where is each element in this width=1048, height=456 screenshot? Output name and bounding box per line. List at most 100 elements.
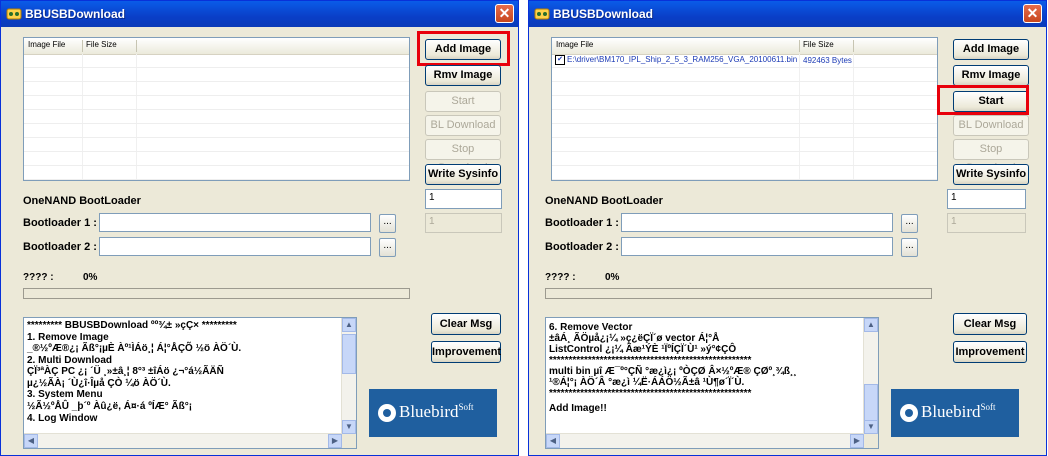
stop-download-button[interactable]: Stop Download <box>425 139 501 174</box>
status-percent: 0% <box>605 272 620 283</box>
rmv-image-button[interactable]: Rmv Image <box>953 65 1029 86</box>
bluebird-logo: BluebirdSoft <box>891 389 1019 437</box>
log-line: ÇÏ³ªÀÇ PC ¿¡ ´Ü ¸»±â¸¦ 8°³ ±îÁö ¿¬°á½ÃÄÑ <box>27 366 224 377</box>
log-line: multi bin µî Æ¯º°ÇÑ °æ¿ì¿¡ ºÒÇØ Â×½ºÆ® Ç… <box>549 366 797 377</box>
rmv-image-button[interactable]: Rmv Image <box>425 65 501 86</box>
bootloader2-browse-button[interactable]: ... <box>901 238 918 257</box>
log-line: ListControl ¿¡¼­ Ãæ¹ÝÈ ¹ÏºÍÇÏ´Ù¹ »ý°¢ÇÔ <box>549 344 737 355</box>
log-window[interactable]: 6. Remove Vector ±âÁ¸ ÃÖµå¿¡¼­ »ç¿ëÇÏ´ø … <box>545 317 879 449</box>
window-left: BBUSBDownload ✕ Image File File Size Add… <box>0 0 519 456</box>
bootloader2-browse-button[interactable]: ... <box>379 238 396 257</box>
bottom-value-field: 1 <box>425 213 502 233</box>
log-line: µ¿½ÃÀ¡ ´Ù¿î·Îµå ÇÒ ¼ö ÀÖ´Ù. <box>27 378 171 389</box>
scroll-up-icon[interactable]: ▲ <box>864 318 878 332</box>
log-line: 6. Remove Vector <box>549 322 633 333</box>
bootloader1-label: Bootloader 1 : <box>23 217 97 229</box>
column-image-file[interactable]: Image File <box>556 40 593 49</box>
scroll-right-icon[interactable]: ▶ <box>328 434 342 448</box>
column-image-file[interactable]: Image File <box>28 40 65 49</box>
log-horizontal-scrollbar[interactable]: ◀ ▶ <box>546 433 864 448</box>
logo-sup: Soft <box>980 402 996 412</box>
bootloader1-browse-button[interactable]: ... <box>379 214 396 233</box>
image-list[interactable]: Image File File Size <box>23 37 410 181</box>
top-value-field[interactable]: 1 <box>947 189 1026 209</box>
column-file-size[interactable]: File Size <box>803 40 834 49</box>
title-bar[interactable]: BBUSBDownload ✕ <box>1 1 518 27</box>
logo-text: Bluebird <box>399 402 459 421</box>
bl-download-button[interactable]: BL Download <box>953 115 1029 136</box>
list-header: Image File File Size <box>24 38 409 55</box>
bootloader2-label: Bootloader 2 : <box>23 241 97 253</box>
log-line: 4. Log Window <box>27 413 98 424</box>
row-checkbox[interactable]: ✔ <box>555 55 565 65</box>
row-file: E:\driver\BM170_IPL_Ship_2_5_3_RAM256_VG… <box>567 55 798 65</box>
window-right: BBUSBDownload ✕ Image File File Size ✔ E:… <box>528 0 1047 456</box>
bootloader1-input[interactable] <box>621 213 893 232</box>
bluebird-logo-icon <box>900 404 918 422</box>
log-line: ±âÁ¸ ÃÖµå¿¡¼­ »ç¿ëÇÏ´ø vector Á¦°Å <box>549 333 720 344</box>
bootloader2-label: Bootloader 2 : <box>545 241 619 253</box>
scroll-up-icon[interactable]: ▲ <box>342 318 356 332</box>
close-icon[interactable]: ✕ <box>1023 4 1042 23</box>
log-line: ****************************************… <box>549 355 752 366</box>
log-line: 2. Multi Download <box>27 355 112 366</box>
logo-sup: Soft <box>458 402 474 412</box>
app-icon <box>6 8 22 20</box>
log-line: ½Ã½ºÅÛ _þ´º Àû¿ë, Á¤·á ºÍÆ° Ãß°¡ <box>27 401 193 412</box>
write-sysinfo-button[interactable]: Write Sysinfo <box>953 164 1029 185</box>
log-horizontal-scrollbar[interactable]: ◀ ▶ <box>24 433 342 448</box>
start-download-button[interactable]: Start Download <box>425 91 501 126</box>
status-label: ???? : <box>23 272 54 283</box>
improvement-button[interactable]: Improvement <box>953 341 1027 363</box>
bootloader2-input[interactable] <box>621 237 893 256</box>
logo-text: Bluebird <box>921 402 981 421</box>
log-line: 3. System Menu <box>27 389 103 400</box>
scroll-left-icon[interactable]: ◀ <box>546 434 560 448</box>
scroll-right-icon[interactable]: ▶ <box>850 434 864 448</box>
top-value-field[interactable]: 1 <box>425 189 502 209</box>
bl-download-button[interactable]: BL Download <box>425 115 501 136</box>
highlight-add-image <box>417 31 510 66</box>
bluebird-logo: BluebirdSoft <box>369 389 497 437</box>
download-progress-bar <box>23 288 410 299</box>
window-title: BBUSBDownload <box>553 7 653 21</box>
clear-msg-button[interactable]: Clear Msg <box>953 313 1027 335</box>
scroll-down-icon[interactable]: ▼ <box>342 420 356 434</box>
bluebird-logo-icon <box>378 404 396 422</box>
log-line: 1. Remove Image <box>27 332 109 343</box>
log-line: _®½ºÆ®¿¡ Ãß°¡µÈ Àº¹ÌÁö¸¦ Á¦°ÅÇÕ ½ö ÀÖ´Ù. <box>27 343 242 354</box>
log-line: ****************************************… <box>549 388 752 399</box>
title-bar[interactable]: BBUSBDownload ✕ <box>529 1 1046 27</box>
log-line: ¹®Á¦°¡ ÀÖ´Â °æ¿ì ¼Ë·ÁÁÖ½Ã±â ¹Ù¶ø´Ï´Ù. <box>549 377 745 388</box>
log-line: Add Image!! <box>549 403 607 414</box>
log-vertical-scrollbar[interactable]: ▲ ▼ <box>863 318 878 434</box>
scroll-thumb[interactable] <box>864 384 878 424</box>
list-header: Image File File Size <box>552 38 937 55</box>
onenand-bootloader-label: OneNAND BootLoader <box>23 195 141 207</box>
scroll-thumb[interactable] <box>342 334 356 374</box>
scroll-left-icon[interactable]: ◀ <box>24 434 38 448</box>
status-percent: 0% <box>83 272 98 283</box>
window-title: BBUSBDownload <box>25 7 125 21</box>
app-icon <box>534 8 550 20</box>
status-label: ???? : <box>545 272 576 283</box>
column-file-size[interactable]: File Size <box>86 40 117 49</box>
scroll-down-icon[interactable]: ▼ <box>864 420 878 434</box>
image-list[interactable]: Image File File Size ✔ E:\driver\BM170_IP… <box>551 37 938 181</box>
improvement-button[interactable]: Improvement <box>431 341 501 363</box>
bootloader1-label: Bootloader 1 : <box>545 217 619 229</box>
log-window[interactable]: ********* BBUSBDownload ºº¾± »çÇ× ******… <box>23 317 357 449</box>
bottom-value-field: 1 <box>947 213 1026 233</box>
close-icon[interactable]: ✕ <box>495 4 514 23</box>
download-progress-bar <box>545 288 932 299</box>
stop-download-button[interactable]: Stop Download <box>953 139 1029 174</box>
bootloader1-input[interactable] <box>99 213 371 232</box>
clear-msg-button[interactable]: Clear Msg <box>431 313 501 335</box>
bootloader2-input[interactable] <box>99 237 371 256</box>
add-image-button[interactable]: Add Image <box>953 39 1029 60</box>
write-sysinfo-button[interactable]: Write Sysinfo <box>425 164 501 185</box>
bootloader1-browse-button[interactable]: ... <box>901 214 918 233</box>
highlight-start-download <box>937 85 1029 115</box>
log-vertical-scrollbar[interactable]: ▲ ▼ <box>341 318 356 434</box>
table-row[interactable]: ✔ E:\driver\BM170_IPL_Ship_2_5_3_RAM256_V… <box>552 54 937 68</box>
